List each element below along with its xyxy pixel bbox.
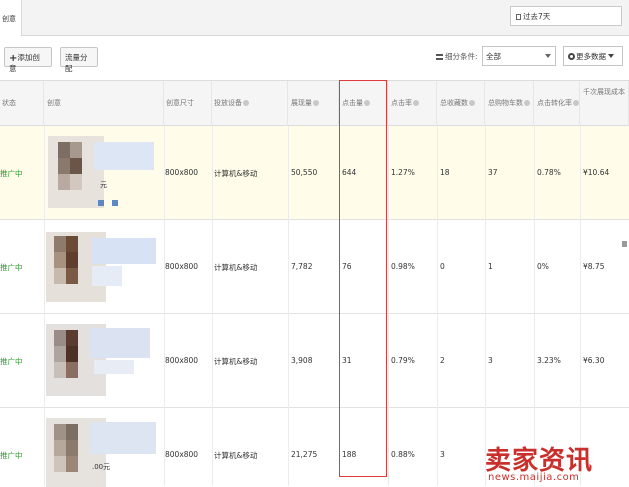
row-fav: 18 (440, 168, 450, 177)
row-status: 推广中 (0, 169, 23, 178)
header-cpm-label: 千次展现成本 (583, 88, 625, 96)
header-impressions-label: 展现量 (291, 99, 312, 107)
row-status: 推广中 (0, 451, 23, 460)
help-icon[interactable] (469, 100, 475, 106)
calendar-icon (516, 14, 521, 20)
header-cart-label: 总购物车数 (488, 99, 523, 107)
help-icon[interactable] (313, 100, 319, 106)
row-cvr: 3.23% (537, 356, 561, 365)
column-divider (534, 126, 535, 486)
row-impressions: 3,908 (291, 356, 313, 365)
help-icon[interactable] (573, 100, 579, 106)
header-device[interactable]: 投放设备 (212, 81, 288, 127)
header-cvr[interactable]: 点击转化率 (534, 81, 580, 127)
header-ctr-label: 点击率 (391, 99, 412, 107)
row-fav: 0 (440, 262, 445, 271)
scrollbar-marker[interactable] (622, 241, 627, 247)
row-device: 计算机&移动 (214, 451, 258, 460)
header-creative: 创意 (44, 81, 164, 127)
help-icon[interactable] (243, 100, 249, 106)
list-icon (436, 54, 443, 60)
chevron-down-icon (608, 54, 614, 58)
watermark-en: news.maijia.com (488, 472, 580, 483)
row-status: 推广中 (0, 263, 23, 272)
more-data-button[interactable]: 更多数据 (563, 46, 623, 66)
help-icon[interactable] (524, 100, 530, 106)
top-tab-bar: 创意 过去7天 (0, 0, 629, 37)
header-device-label: 投放设备 (214, 99, 242, 107)
header-fav-label: 总收藏数 (440, 99, 468, 107)
row-cpm: ¥10.64 (583, 168, 610, 177)
date-range-value: 过去7天 (523, 12, 551, 21)
header-creative-label: 创意 (47, 99, 61, 107)
row-size: 800x800 (165, 356, 199, 365)
column-divider (212, 126, 213, 486)
column-divider (580, 126, 581, 486)
watermark-logo: 卖家资讯 news.maijia.com (485, 440, 627, 486)
row-size: 800x800 (165, 450, 199, 459)
header-status: 状态 (0, 81, 44, 127)
column-divider (44, 126, 45, 486)
column-divider (164, 126, 165, 486)
row-cart: 1 (488, 262, 493, 271)
row-ctr: 0.88% (391, 450, 415, 459)
row-cart: 37 (488, 168, 498, 177)
header-size: 创意尺寸 (164, 81, 212, 127)
creative-price: .00元 (92, 463, 111, 471)
column-divider (437, 126, 438, 486)
table-header: 状态 创意 创意尺寸 投放设备 展现量 点击量 点击率 总收藏数 总购物车数 点… (0, 80, 629, 127)
tab-creative[interactable]: 创意 (0, 0, 22, 37)
row-cpm: ¥6.30 (583, 356, 605, 365)
row-ctr: 0.79% (391, 356, 415, 365)
row-status: 推广中 (0, 357, 23, 366)
row-impressions: 21,275 (291, 450, 318, 459)
creative-thumbnail[interactable] (44, 230, 160, 302)
segment-filter-label: 细分条件: (436, 51, 478, 62)
header-cpm[interactable]: 千次展现成本 (580, 81, 629, 127)
segment-filter-text: 细分条件: (445, 52, 478, 61)
gear-icon (568, 53, 575, 60)
more-data-label: 更多数据 (576, 52, 606, 61)
row-size: 800x800 (165, 262, 199, 271)
column-divider (388, 126, 389, 486)
toolbar: +添加创意 流量分配 细分条件: 全部 更多数据 (0, 36, 629, 80)
date-range-select[interactable]: 过去7天 (510, 6, 622, 26)
row-cvr: 0% (537, 262, 549, 271)
row-device: 计算机&移动 (214, 263, 258, 272)
add-creative-button[interactable]: +添加创意 (4, 47, 52, 73)
row-cart: 3 (488, 356, 493, 365)
row-ctr: 1.27% (391, 168, 415, 177)
row-impressions: 7,782 (291, 262, 313, 271)
segment-filter-select[interactable]: 全部 (482, 46, 556, 66)
creative-thumbnail[interactable]: 元 (44, 136, 160, 208)
header-status-label: 状态 (2, 99, 16, 107)
header-cvr-label: 点击转化率 (537, 99, 572, 107)
row-size: 800x800 (165, 168, 199, 177)
clicks-column-highlight (339, 80, 387, 477)
chevron-down-icon (545, 54, 551, 58)
header-cart[interactable]: 总购物车数 (485, 81, 534, 127)
row-fav: 2 (440, 356, 445, 365)
header-impressions[interactable]: 展现量 (288, 81, 339, 127)
row-cvr: 0.78% (537, 168, 561, 177)
creative-thumbnail[interactable] (44, 324, 160, 396)
row-device: 计算机&移动 (214, 357, 258, 366)
row-impressions: 50,550 (291, 168, 318, 177)
header-fav[interactable]: 总收藏数 (437, 81, 485, 127)
help-icon[interactable] (413, 100, 419, 106)
header-ctr[interactable]: 点击率 (388, 81, 437, 127)
creative-price: 元 (100, 181, 107, 189)
flow-allocation-button[interactable]: 流量分配 (60, 47, 98, 73)
row-ctr: 0.98% (391, 262, 415, 271)
row-cpm: ¥8.75 (583, 262, 605, 271)
column-divider (288, 126, 289, 486)
header-size-label: 创意尺寸 (166, 99, 194, 107)
segment-filter-value: 全部 (486, 52, 501, 61)
creative-thumbnail[interactable]: .00元 (44, 418, 160, 487)
column-divider (485, 126, 486, 486)
row-device: 计算机&移动 (214, 169, 258, 178)
row-fav: 3 (440, 450, 445, 459)
